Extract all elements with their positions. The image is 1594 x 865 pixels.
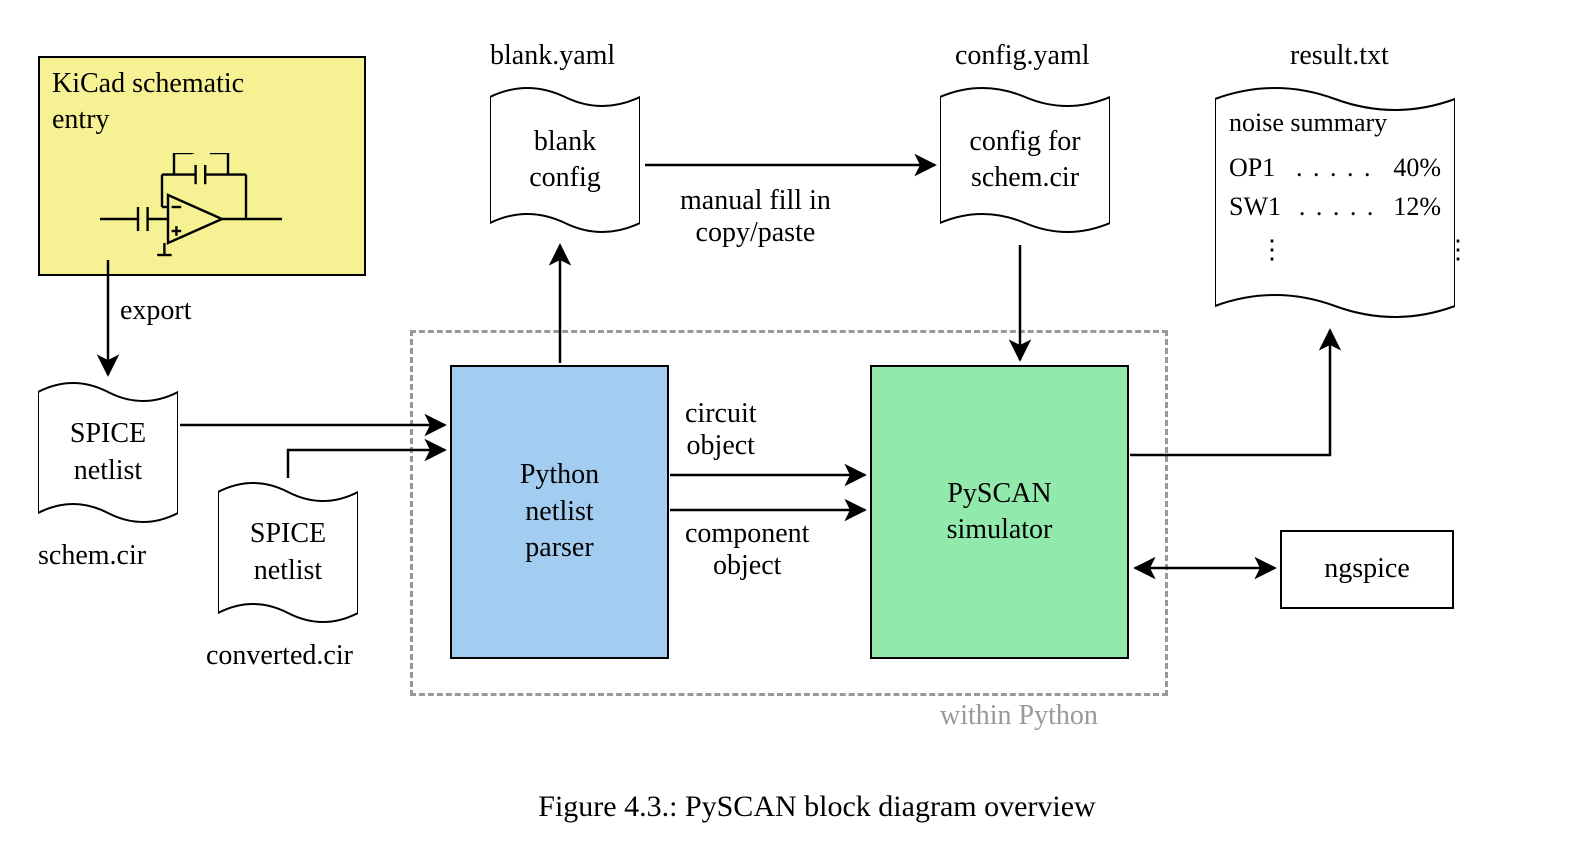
blank-yaml-label: blank.yaml xyxy=(490,40,615,72)
python-parser-box: Python netlist parser xyxy=(450,365,669,659)
result-name-2: SW1 xyxy=(1229,187,1281,226)
blank-config-text: blank config xyxy=(490,85,640,235)
dots-2: . . . . . xyxy=(1281,187,1393,226)
spice-netlist-1-text: SPICE netlist xyxy=(38,380,178,525)
result-row-2: SW1 . . . . . 12% xyxy=(1229,187,1441,226)
figure-caption: Figure 4.3.: PySCAN block diagram overvi… xyxy=(20,790,1594,824)
schem-cir-label: schem.cir xyxy=(38,540,146,572)
blank-config-doc: blank config xyxy=(490,85,640,235)
result-txt-label: result.txt xyxy=(1290,40,1389,72)
schematic-icon xyxy=(100,153,320,273)
result-doc: noise summary OP1 . . . . . 40% SW1 . . … xyxy=(1215,85,1455,320)
result-row-1: OP1 . . . . . 40% xyxy=(1229,148,1441,187)
dots-1: . . . . . xyxy=(1275,148,1393,187)
pyscan-block-diagram: within Python KiCad schematic entry xyxy=(20,20,1594,845)
pyscan-simulator-box: PySCAN simulator xyxy=(870,365,1129,659)
config-text: config for schem.cir xyxy=(940,85,1110,235)
within-python-label: within Python xyxy=(940,700,1098,732)
spice-netlist-1: SPICE netlist xyxy=(38,380,178,525)
kicad-title: KiCad schematic entry xyxy=(52,66,244,139)
spice-netlist-2-text: SPICE netlist xyxy=(218,480,358,625)
config-doc: config for schem.cir xyxy=(940,85,1110,235)
kicad-box: KiCad schematic entry xyxy=(38,56,366,276)
circuit-object-label: circuit object xyxy=(685,398,757,462)
result-value-2: 12% xyxy=(1393,187,1441,226)
spice-netlist-2: SPICE netlist xyxy=(218,480,358,625)
result-name-1: OP1 xyxy=(1229,148,1275,187)
manual-label: manual fill in copy/paste xyxy=(680,185,831,249)
result-value-1: 40% xyxy=(1393,148,1441,187)
vdots: ⋮⋮ xyxy=(1229,230,1501,269)
config-yaml-label: config.yaml xyxy=(955,40,1090,72)
ngspice-box: ngspice xyxy=(1280,530,1454,609)
converted-cir-label: converted.cir xyxy=(206,640,353,672)
export-label: export xyxy=(120,295,192,327)
noise-summary-header: noise summary xyxy=(1229,103,1387,142)
result-content: noise summary OP1 . . . . . 40% SW1 . . … xyxy=(1215,85,1455,320)
component-object-label: component object xyxy=(685,518,809,582)
